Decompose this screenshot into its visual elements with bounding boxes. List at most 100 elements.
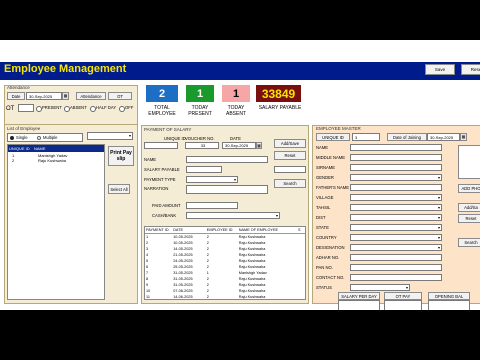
voucher-label: VOUCHER NO. <box>185 136 215 141</box>
employee-row-id: 2 <box>12 158 15 163</box>
master-field-dropdown[interactable] <box>350 174 442 181</box>
ot-label: OT <box>6 106 15 112</box>
opening-bal-input[interactable] <box>428 300 470 310</box>
doj-label: Date of Joining <box>387 133 427 141</box>
master-field-dropdown[interactable] <box>350 194 442 201</box>
master-field-label: TAHSIL <box>316 205 331 210</box>
cash-bank-dropdown[interactable] <box>186 212 280 219</box>
attendance-date-field[interactable]: 30-Sep-2025 <box>26 92 62 100</box>
save-button[interactable]: Save <box>425 64 455 75</box>
master-search-button[interactable]: Search <box>458 238 480 247</box>
salary-payable-input[interactable] <box>186 166 222 173</box>
app-title: Employee Management <box>4 63 127 75</box>
attendance-section-label: Attendance <box>7 85 30 90</box>
print-payslip-button[interactable]: Print Pay slip <box>108 146 134 166</box>
narration-label: NARRATION <box>144 186 169 191</box>
off-label: OFF <box>125 105 134 110</box>
salary-per-day-label: SALARY PER DAY <box>338 292 380 300</box>
master-field-label: DESIGNATION <box>316 245 345 250</box>
master-field-input[interactable] <box>350 274 442 281</box>
today-absent-value: 1 <box>222 85 250 102</box>
employee-master-label: EMPLOYEE MASTER <box>316 126 361 131</box>
stats-bar: 2 TOTAL EMPLOYEE 1 TODAY PRESENT 1 TODAY… <box>143 85 305 118</box>
absent-label: ABSENT <box>70 105 87 110</box>
master-field-dropdown[interactable] <box>350 244 442 251</box>
multiple-radio[interactable] <box>37 136 41 140</box>
master-field-input[interactable] <box>350 184 442 191</box>
reset-top-button[interactable]: Rese <box>461 64 480 75</box>
payment-section-label: PAYMENT OF SALARY <box>144 127 192 132</box>
calendar-icon[interactable]: ▦ <box>62 92 69 100</box>
master-field-dropdown[interactable] <box>350 214 442 221</box>
master-field-label: GENDER <box>316 175 334 180</box>
payment-unique-id-input[interactable] <box>144 142 178 149</box>
master-field-dropdown[interactable] <box>350 234 442 241</box>
master-field-label: ADHAR NO. <box>316 255 340 260</box>
today-absent-label: TODAY ABSENT <box>225 105 246 117</box>
col-name: NAME <box>34 146 46 151</box>
attendance-button[interactable]: Attendance <box>76 92 106 100</box>
today-present-value: 1 <box>186 85 214 102</box>
master-field-label: VILLAGE <box>316 195 334 200</box>
master-field-input[interactable] <box>350 254 442 261</box>
employee-filter-dropdown[interactable] <box>87 132 133 140</box>
cash-bank-label: CASH/BANK <box>152 213 177 218</box>
payment-name-input[interactable] <box>186 156 268 163</box>
master-field-dropdown[interactable] <box>350 204 442 211</box>
ot-pay-input[interactable] <box>384 300 422 310</box>
payment-table[interactable]: PAYMENT ID DATE EMPLOYEE ID NAME OF EMPL… <box>144 226 306 300</box>
master-reset-button[interactable]: Reset <box>458 214 480 223</box>
paid-amount-input[interactable] <box>186 202 238 209</box>
master-add-save-button[interactable]: Add/Sa <box>458 203 480 212</box>
master-field-label: DIST <box>316 215 326 220</box>
salary-per-day-input[interactable] <box>338 300 380 310</box>
ot-button[interactable]: OT <box>108 92 132 100</box>
today-present-label: TODAY PRESENT <box>188 105 212 117</box>
single-radio[interactable] <box>10 136 14 140</box>
master-field-input[interactable] <box>350 164 442 171</box>
master-field-input[interactable] <box>350 154 442 161</box>
master-field-label: MIDDLE NAME <box>316 155 346 160</box>
voucher-number-field[interactable]: 33 <box>185 142 219 149</box>
payment-reset-button[interactable]: Reset <box>274 151 306 160</box>
payment-search-button[interactable]: Search <box>274 179 306 188</box>
add-photo-button[interactable]: ADD PHO <box>458 184 480 193</box>
master-field-label: FATHER'S NAME <box>316 185 350 190</box>
select-all-button[interactable]: Select All <box>108 184 130 194</box>
narration-input[interactable] <box>186 185 268 194</box>
master-field-label: STATE <box>316 225 329 230</box>
master-field-input[interactable] <box>350 264 442 271</box>
master-field-label: STATUS <box>316 285 332 290</box>
salary-payable-value: 33849 <box>256 85 301 102</box>
payment-side-input[interactable] <box>274 166 306 173</box>
master-unique-id-label: UNIQUE ID <box>316 133 350 141</box>
payment-type-dropdown[interactable] <box>186 176 238 183</box>
paid-amount-label: PAID AMOUNT <box>152 203 181 208</box>
total-employee-value: 2 <box>146 85 178 102</box>
ot-hours-input[interactable] <box>18 104 34 112</box>
calendar-icon[interactable]: ▦ <box>256 142 262 149</box>
doj-field[interactable]: 30-Sep-2025 <box>427 133 460 141</box>
employee-listbox[interactable]: UNIQUE ID NAME 1 Manishgh Yadav 2 Raju K… <box>7 144 105 300</box>
present-label: PRESENT <box>42 105 62 110</box>
master-field-label: CONTACT NO. <box>316 275 345 280</box>
master-field-dropdown[interactable] <box>350 284 410 291</box>
payment-date-field[interactable]: 30-Sep-2025 <box>222 142 256 149</box>
payment-add-save-button[interactable]: Add/Save <box>274 139 306 148</box>
app-window: Employee Management Save Rese Attendance… <box>0 40 480 310</box>
ot-pay-label: OT PAY <box>384 292 422 300</box>
master-unique-id-field[interactable]: 3 <box>352 133 380 141</box>
master-field-label: PAN NO. <box>316 265 333 270</box>
master-field-dropdown[interactable] <box>350 224 442 231</box>
employee-row[interactable]: 2 Raju Kushwaha <box>8 158 104 163</box>
master-field-input[interactable] <box>350 144 442 151</box>
total-employee-label: TOTAL EMPLOYEE <box>148 105 176 117</box>
master-field-label: NAME <box>316 145 329 150</box>
master-field-label: COUNTRY <box>316 235 337 240</box>
date-label-box: Date <box>7 92 25 100</box>
attendance-options: PRESENT ABSENT HALF DAY OFF <box>36 105 136 112</box>
calendar-icon[interactable]: ▦ <box>460 133 467 141</box>
master-field-label: SIRNAME <box>316 165 336 170</box>
col-unique-id: UNIQUE ID <box>9 146 30 151</box>
salary-payable-label: SALARY PAYABLE <box>258 105 302 111</box>
